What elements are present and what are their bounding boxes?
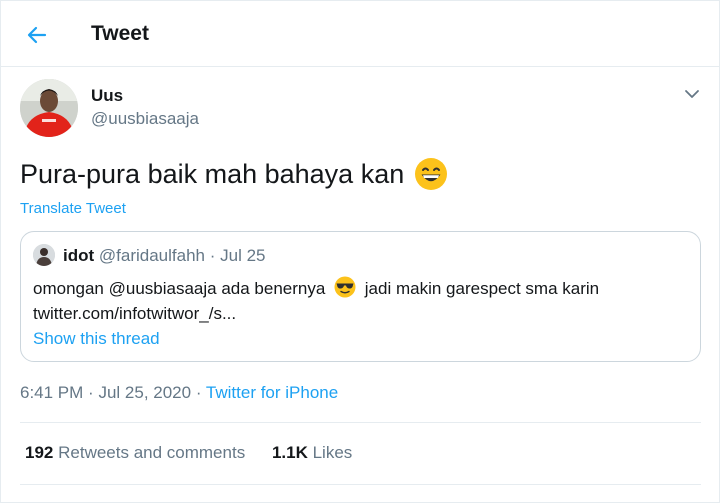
quoted-separator: · <box>209 246 216 265</box>
retweets-label: Retweets and comments <box>58 443 246 462</box>
divider <box>20 484 701 485</box>
quoted-link[interactable]: twitter.com/infotwitwor_/s... <box>33 301 236 326</box>
quoted-handle: @faridaulfahh <box>98 246 205 265</box>
back-button[interactable] <box>21 19 53 51</box>
quoted-header: idot @faridaulfahh · Jul 25 <box>63 246 266 266</box>
display-name[interactable]: Uus <box>91 86 123 106</box>
page-title: Tweet <box>91 22 149 45</box>
tweet-time[interactable]: 6:41 PM <box>20 383 83 402</box>
tweet-date[interactable]: Jul 25, 2020 <box>98 383 191 402</box>
grinning-emoji-icon <box>415 158 448 190</box>
quoted-avatar[interactable] <box>33 244 55 266</box>
tweet-stats: 192 Retweets and comments 1.1K Likes <box>25 442 352 464</box>
avatar-image <box>20 79 78 137</box>
likes-stat[interactable]: 1.1K Likes <box>272 442 352 464</box>
retweets-count: 192 <box>25 443 54 462</box>
quoted-display-name: idot <box>63 246 95 265</box>
quoted-date: Jul 25 <box>220 246 266 265</box>
user-handle[interactable]: @uusbiasaaja <box>91 109 199 129</box>
tweet-source-link[interactable]: Twitter for iPhone <box>206 383 338 402</box>
page-header: Tweet <box>1 1 719 67</box>
quoted-avatar-image <box>33 244 55 266</box>
retweets-stat[interactable]: 192 Retweets and comments <box>25 442 245 464</box>
back-arrow-icon <box>27 26 47 44</box>
quoted-tweet[interactable]: idot @faridaulfahh · Jul 25 omongan @uus… <box>20 231 701 362</box>
more-options-button[interactable] <box>681 83 703 105</box>
quoted-text-part2: jadi makin garespect sma karin <box>364 279 600 298</box>
likes-label: Likes <box>312 443 353 462</box>
quoted-text: omongan @uusbiasaaja ada benernya jadi m… <box>33 276 693 301</box>
chevron-down-icon <box>685 90 699 98</box>
divider <box>20 422 701 423</box>
tweet-meta: 6:41 PM · Jul 25, 2020 · Twitter for iPh… <box>20 382 338 404</box>
tweet-text-content: Pura-pura baik mah bahaya kan <box>20 159 405 189</box>
show-thread-link[interactable]: Show this thread <box>33 328 160 350</box>
meta-separator-2: · <box>195 383 202 402</box>
quoted-text-part1: omongan @uusbiasaaja ada benernya <box>33 279 326 298</box>
avatar[interactable] <box>20 79 78 137</box>
meta-separator-1: · <box>88 383 94 402</box>
sunglasses-emoji-icon <box>334 276 356 298</box>
likes-count: 1.1K <box>271 443 308 462</box>
tweet-text: Pura-pura baik mah bahaya kan <box>20 157 448 191</box>
translate-tweet-link[interactable]: Translate Tweet <box>20 200 126 218</box>
